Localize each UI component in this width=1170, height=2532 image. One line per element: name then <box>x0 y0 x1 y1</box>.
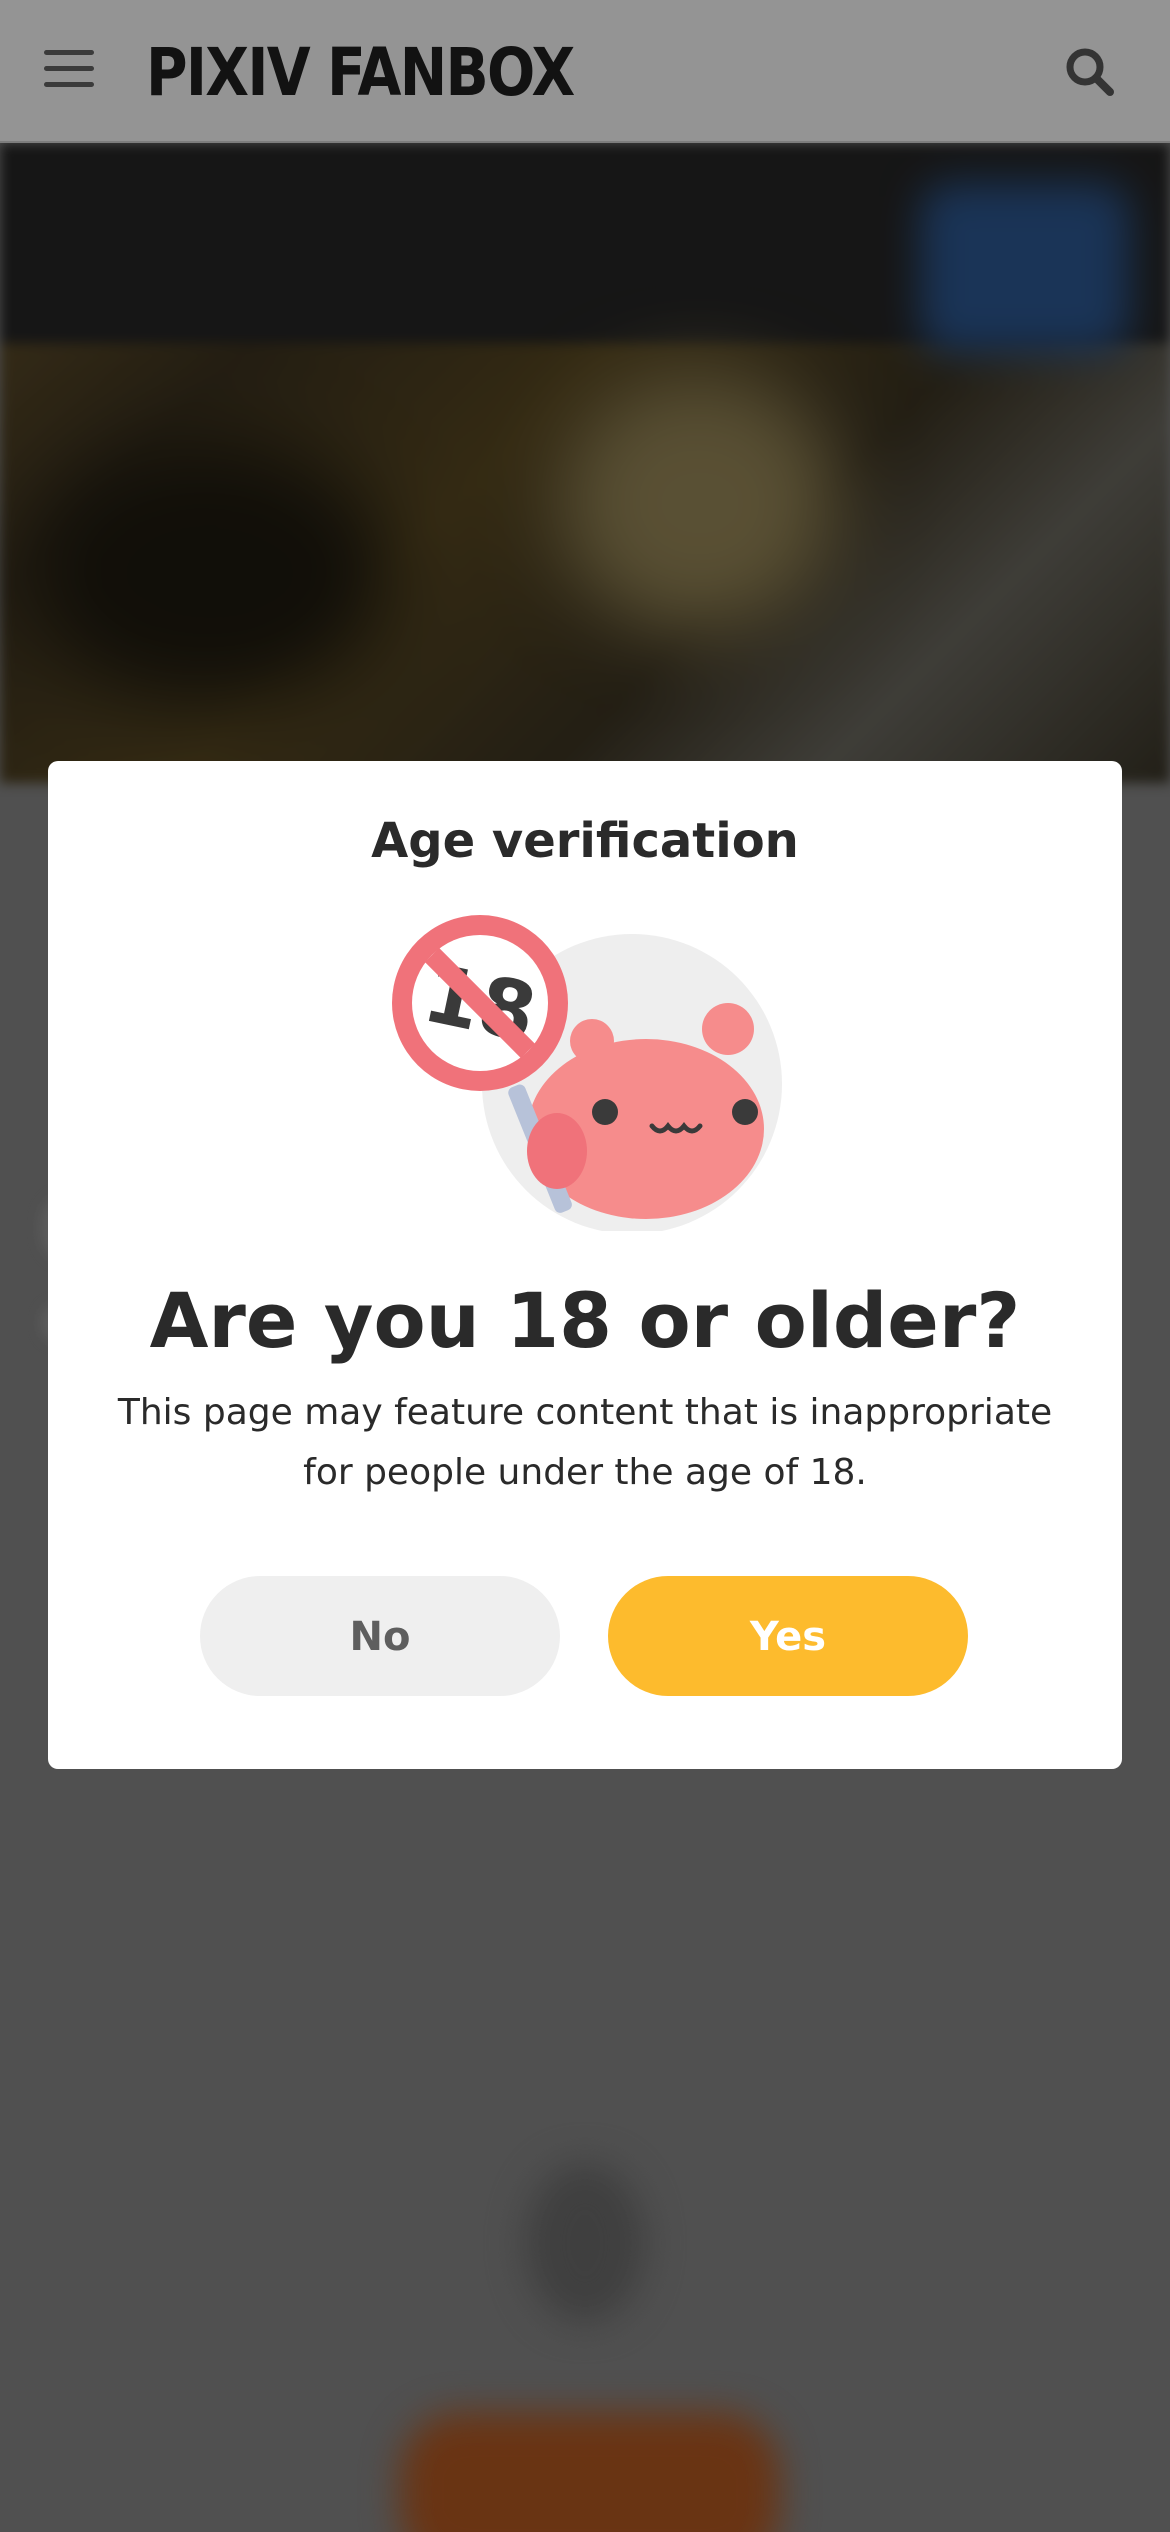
age-restriction-mascot-icon: 18 <box>382 911 782 1234</box>
age-verification-dialog: Age verification 18 Are you 18 or older? <box>48 761 1122 1769</box>
dialog-title: Age verification <box>371 813 799 869</box>
age-question-heading: Are you 18 or older? <box>149 1276 1021 1365</box>
yes-button[interactable]: Yes <box>608 1576 968 1696</box>
no-button[interactable]: No <box>200 1576 560 1696</box>
age-warning-description: This page may feature content that is in… <box>117 1392 1053 1493</box>
